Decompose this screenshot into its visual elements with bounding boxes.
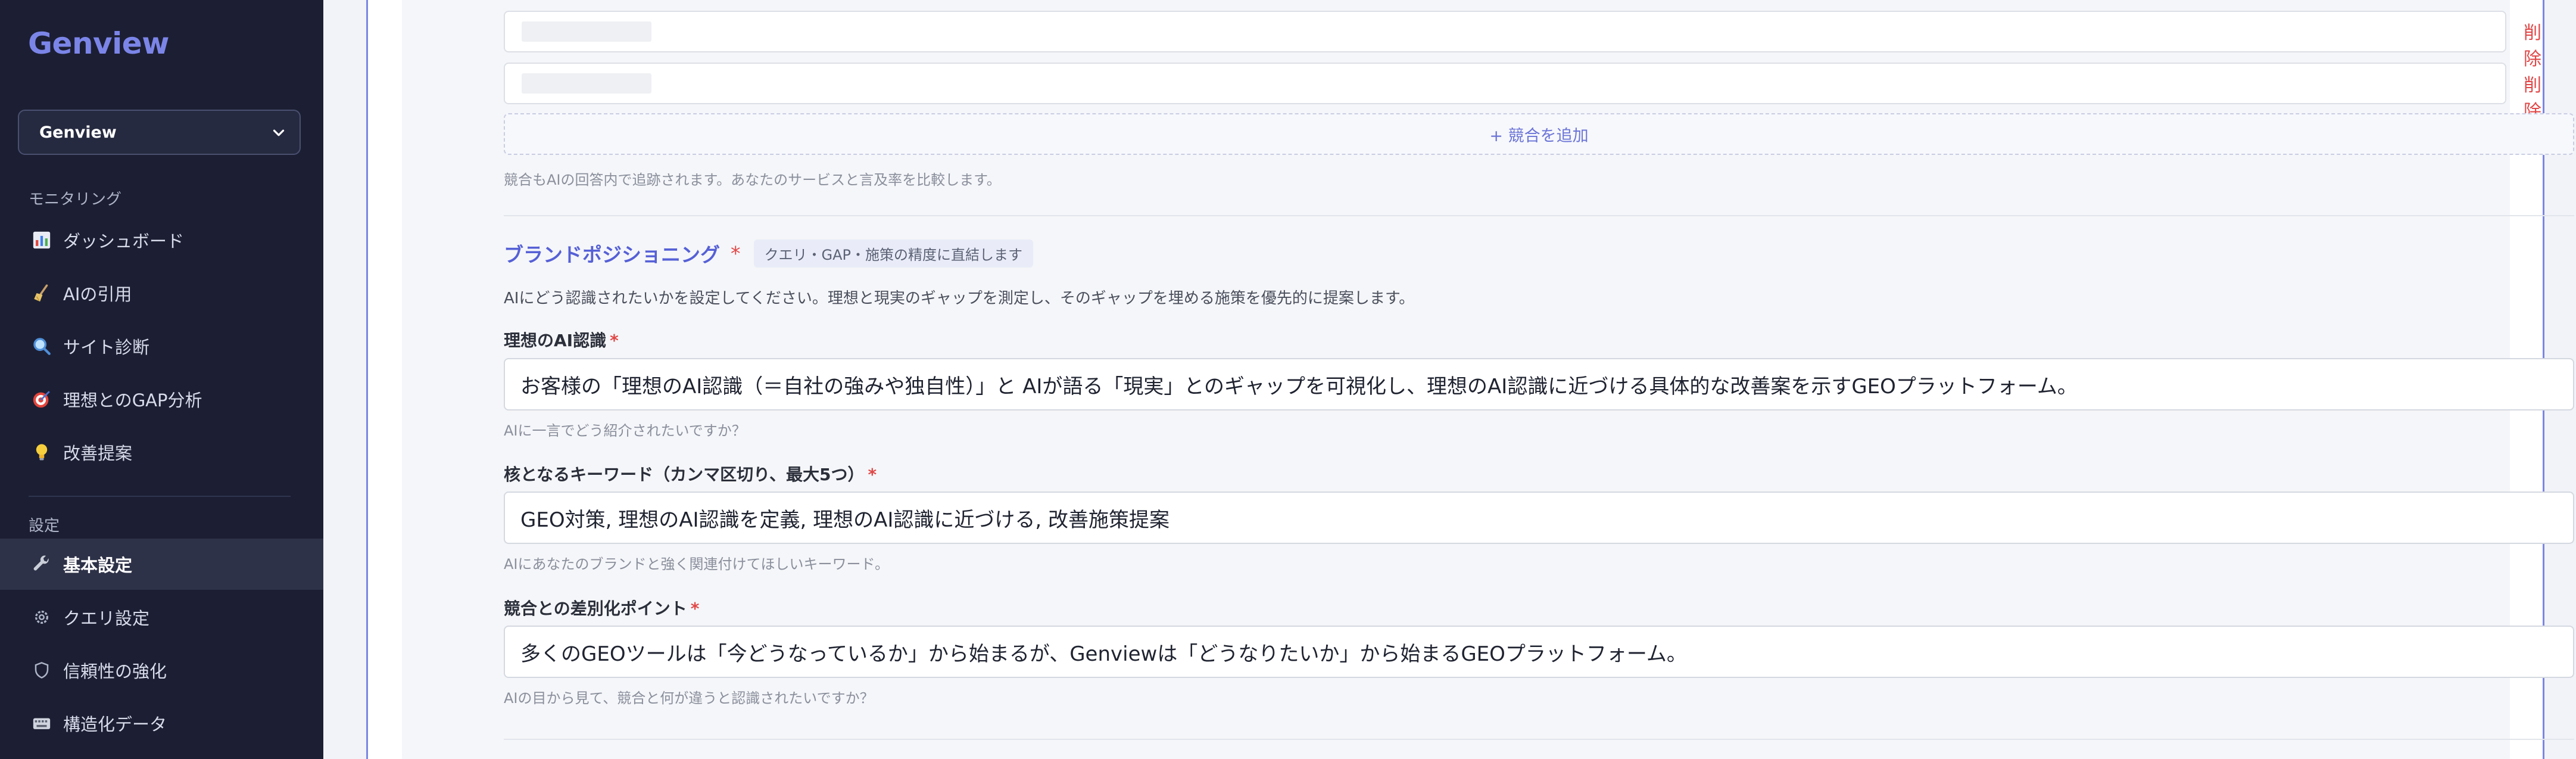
competitor-input[interactable] [504, 11, 2506, 52]
sidebar-divider [29, 496, 291, 497]
field-label-text: 理想のAI認識 [504, 331, 607, 350]
main-content: 削除 削除 + 競合を追加 競合もAIの回答内で追跡されます。あなたのサービスと… [323, 0, 2576, 759]
project-selector-value: Genview [39, 123, 117, 142]
project-selector[interactable]: Genview [18, 110, 301, 155]
sidebar-item-label: 改善提案 [63, 443, 133, 464]
sidebar-item-ai-citations[interactable]: AIの引用 [0, 267, 323, 319]
differentiation-hint: AIの目から見て、競合と何が違うと認識されたいですか？ [504, 690, 874, 707]
required-mark: * [868, 465, 877, 484]
sidebar: Genview Genview モニタリング ダッシュボード AIの引用 サイト… [0, 0, 323, 759]
sidebar-item-dashboard[interactable]: ダッシュボード [0, 214, 323, 266]
chevron-down-icon [273, 129, 285, 136]
lightbulb-icon [30, 440, 54, 464]
sidebar-item-label: AIの引用 [63, 284, 132, 304]
sidebar-item-label: クエリ設定 [63, 608, 150, 629]
keywords-label: 核となるキーワード（カンマ区切り、最大5つ） * [504, 462, 877, 486]
settings-card: 削除 削除 + 競合を追加 競合もAIの回答内で追跡されます。あなたのサービスと… [402, 0, 2574, 759]
monitoring-section-label: モニタリング [29, 191, 122, 209]
sidebar-item-improvements[interactable]: 改善提案 [0, 427, 323, 478]
sidebar-item-gap-analysis[interactable]: 理想とのGAP分析 [0, 374, 323, 425]
keywords-hint: AIにあなたのブランドと強く関連付けてほしいキーワード。 [504, 556, 890, 573]
field-label-text: 核となるキーワード（カンマ区切り、最大5つ） [504, 465, 865, 484]
ideal-ai-hint: AIに一言でどう紹介されたいですか？ [504, 422, 746, 439]
positioning-badge: クエリ・GAP・施策の精度に直結します [753, 239, 1033, 267]
required-mark: * [731, 241, 741, 265]
competitor-name-redacted [522, 21, 651, 42]
ideal-ai-label: 理想のAI認識 * [504, 328, 619, 351]
differentiation-input[interactable]: 多くのGEOツールは「今どうなっているか」から始まるが、Genviewは「どうな… [504, 626, 2574, 678]
ideal-ai-input[interactable]: お客様の「理想のAI認識（＝自社の強みや独自性）」と AIが語る「現実」とのギャ… [504, 358, 2574, 410]
competitor-input[interactable] [504, 63, 2506, 104]
field-label-text: 競合との差別化ポイント [504, 599, 687, 618]
sidebar-item-label: ダッシュボード [63, 231, 185, 251]
shield-icon [30, 658, 54, 682]
chart-icon [30, 228, 54, 252]
sidebar-item-label: サイト診断 [63, 337, 150, 357]
positioning-description: AIにどう認識されたいかを設定してください。理想と現実のギャップを測定し、そのギ… [504, 290, 1415, 307]
sidebar-item-label: 構造化データ [63, 714, 167, 735]
positioning-header: ブランドポジショニング * クエリ・GAP・施策の精度に直結します [504, 239, 1033, 267]
section-divider [504, 215, 2574, 216]
sidebar-item-site-diagnosis[interactable]: サイト診断 [0, 321, 323, 372]
sidebar-item-label: 理想とのGAP分析 [63, 390, 202, 410]
competitor-row [504, 11, 2506, 52]
section-divider [504, 739, 2574, 740]
required-mark: * [690, 599, 700, 618]
app-root: Genview Genview モニタリング ダッシュボード AIの引用 サイト… [0, 0, 2576, 759]
competitor-row [504, 63, 2506, 104]
broom-icon [30, 281, 54, 305]
wrench-icon [30, 552, 54, 576]
sidebar-item-label: 基本設定 [63, 555, 133, 576]
magnifier-icon [30, 334, 54, 358]
required-mark: * [610, 331, 619, 350]
gear-icon [30, 605, 54, 629]
sidebar-item-basic-settings[interactable]: 基本設定 [0, 539, 323, 590]
differentiation-label: 競合との差別化ポイント * [504, 596, 699, 620]
competitor-hint: 競合もAIの回答内で追跡されます。あなたのサービスと言及率を比較します。 [504, 172, 1001, 188]
sidebar-item-label: 信頼性の強化 [63, 661, 167, 682]
sidebar-item-structured-data[interactable]: 構造化データ [0, 698, 323, 749]
keywords-input[interactable]: GEO対策, 理想のAI認識を定義, 理想のAI認識に近づける, 改善施策提案 [504, 492, 2574, 544]
sidebar-item-trust[interactable]: 信頼性の強化 [0, 645, 323, 696]
sidebar-item-query-settings[interactable]: クエリ設定 [0, 592, 323, 643]
settings-section-label: 設定 [29, 517, 60, 535]
keyboard-icon [30, 711, 54, 735]
target-icon [30, 387, 54, 411]
add-competitor-button[interactable]: + 競合を追加 [504, 113, 2574, 155]
app-logo[interactable]: Genview [28, 26, 169, 61]
delete-competitor-button[interactable]: 削除 [2524, 18, 2541, 70]
competitor-name-redacted [522, 73, 651, 94]
positioning-title: ブランドポジショニング [504, 243, 720, 266]
